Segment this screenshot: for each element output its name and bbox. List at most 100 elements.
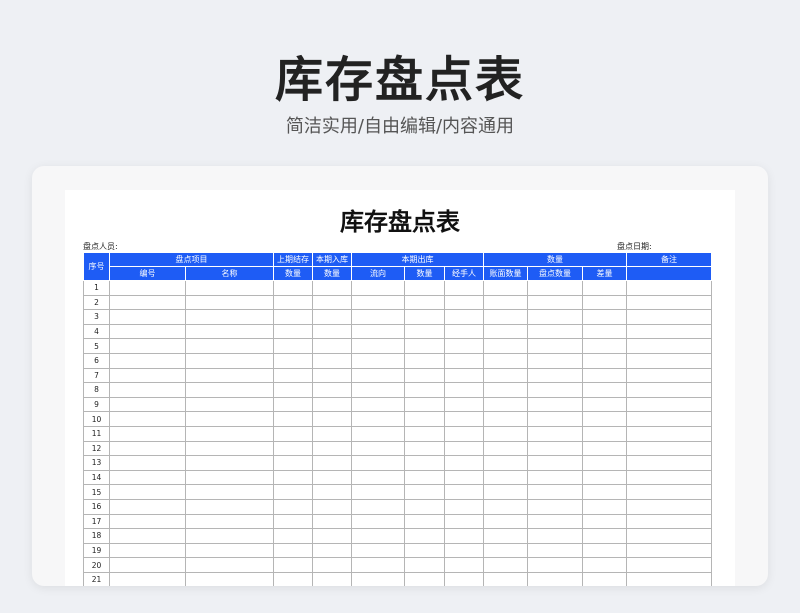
table-cell[interactable] <box>109 294 186 311</box>
table-cell[interactable] <box>527 352 583 369</box>
table-cell[interactable] <box>312 440 352 457</box>
table-cell[interactable] <box>351 455 405 471</box>
table-cell[interactable] <box>404 294 445 311</box>
table-cell[interactable] <box>527 513 583 530</box>
table-cell[interactable] <box>109 382 186 398</box>
table-cell[interactable] <box>273 352 313 369</box>
table-cell[interactable] <box>404 440 445 457</box>
table-cell[interactable] <box>109 571 186 586</box>
table-cell[interactable] <box>185 367 274 384</box>
table-cell[interactable] <box>626 498 713 515</box>
table-cell[interactable] <box>312 323 352 340</box>
table-cell[interactable] <box>527 396 583 413</box>
table-cell[interactable] <box>626 440 713 457</box>
table-cell[interactable] <box>444 396 484 413</box>
table-cell[interactable] <box>404 280 445 296</box>
table-cell[interactable] <box>404 528 445 544</box>
table-cell[interactable] <box>404 338 445 354</box>
table-cell[interactable] <box>185 440 274 457</box>
table-cell[interactable] <box>351 367 405 384</box>
table-cell[interactable] <box>273 294 313 311</box>
table-cell[interactable] <box>483 455 528 471</box>
table-cell[interactable] <box>527 323 583 340</box>
table-cell[interactable] <box>273 528 313 544</box>
table-cell[interactable] <box>273 309 313 325</box>
table-cell[interactable] <box>312 425 352 442</box>
table-cell[interactable] <box>351 411 405 427</box>
table-cell[interactable] <box>312 338 352 354</box>
table-cell[interactable] <box>404 425 445 442</box>
table-cell[interactable] <box>312 498 352 515</box>
table-cell[interactable] <box>404 513 445 530</box>
table-cell[interactable] <box>312 367 352 384</box>
table-cell[interactable] <box>527 294 583 311</box>
table-cell[interactable] <box>483 323 528 340</box>
table-cell[interactable] <box>444 382 484 398</box>
table-cell[interactable] <box>351 498 405 515</box>
table-cell[interactable] <box>527 382 583 398</box>
table-cell[interactable] <box>527 498 583 515</box>
table-cell[interactable] <box>444 498 484 515</box>
table-cell[interactable] <box>527 440 583 457</box>
table-cell[interactable] <box>626 528 713 544</box>
table-cell[interactable] <box>581 309 628 325</box>
table-cell[interactable] <box>483 498 528 515</box>
table-cell[interactable] <box>351 323 405 340</box>
table-cell[interactable] <box>483 469 528 486</box>
table-cell[interactable] <box>351 425 405 442</box>
table-cell[interactable] <box>312 528 352 544</box>
table-cell[interactable] <box>626 425 713 442</box>
table-cell[interactable] <box>109 323 186 340</box>
table-cell[interactable] <box>273 571 313 586</box>
table-cell[interactable] <box>404 469 445 486</box>
table-cell[interactable] <box>444 528 484 544</box>
table-cell[interactable] <box>626 484 713 500</box>
table-cell[interactable] <box>483 280 528 296</box>
table-cell[interactable] <box>109 542 186 559</box>
table-cell[interactable] <box>581 542 628 559</box>
table-cell[interactable] <box>581 557 628 573</box>
table-cell[interactable] <box>483 382 528 398</box>
table-cell[interactable] <box>581 382 628 398</box>
table-cell[interactable] <box>109 469 186 486</box>
table-cell[interactable] <box>483 528 528 544</box>
table-cell[interactable] <box>581 440 628 457</box>
table-cell[interactable] <box>185 484 274 500</box>
table-cell[interactable] <box>185 498 274 515</box>
table-cell[interactable] <box>404 484 445 500</box>
table-cell[interactable] <box>312 309 352 325</box>
table-cell[interactable] <box>483 484 528 500</box>
table-cell[interactable] <box>312 352 352 369</box>
table-cell[interactable] <box>626 338 713 354</box>
table-cell[interactable] <box>626 557 713 573</box>
table-cell[interactable] <box>185 280 274 296</box>
table-cell[interactable] <box>581 425 628 442</box>
table-cell[interactable] <box>312 469 352 486</box>
table-cell[interactable] <box>312 571 352 586</box>
table-cell[interactable] <box>404 352 445 369</box>
table-cell[interactable] <box>444 469 484 486</box>
table-cell[interactable] <box>185 425 274 442</box>
table-cell[interactable] <box>312 294 352 311</box>
table-cell[interactable] <box>581 323 628 340</box>
table-cell[interactable] <box>273 396 313 413</box>
table-cell[interactable] <box>109 309 186 325</box>
table-cell[interactable] <box>626 469 713 486</box>
table-cell[interactable] <box>185 382 274 398</box>
table-cell[interactable] <box>527 557 583 573</box>
table-cell[interactable] <box>483 440 528 457</box>
table-cell[interactable] <box>581 280 628 296</box>
table-cell[interactable] <box>185 528 274 544</box>
table-cell[interactable] <box>185 557 274 573</box>
table-cell[interactable] <box>109 513 186 530</box>
table-cell[interactable] <box>527 484 583 500</box>
table-cell[interactable] <box>483 338 528 354</box>
table-cell[interactable] <box>404 396 445 413</box>
table-cell[interactable] <box>404 367 445 384</box>
table-cell[interactable] <box>626 382 713 398</box>
table-cell[interactable] <box>404 571 445 586</box>
table-cell[interactable] <box>581 411 628 427</box>
table-cell[interactable] <box>404 382 445 398</box>
table-cell[interactable] <box>527 571 583 586</box>
table-cell[interactable] <box>483 309 528 325</box>
